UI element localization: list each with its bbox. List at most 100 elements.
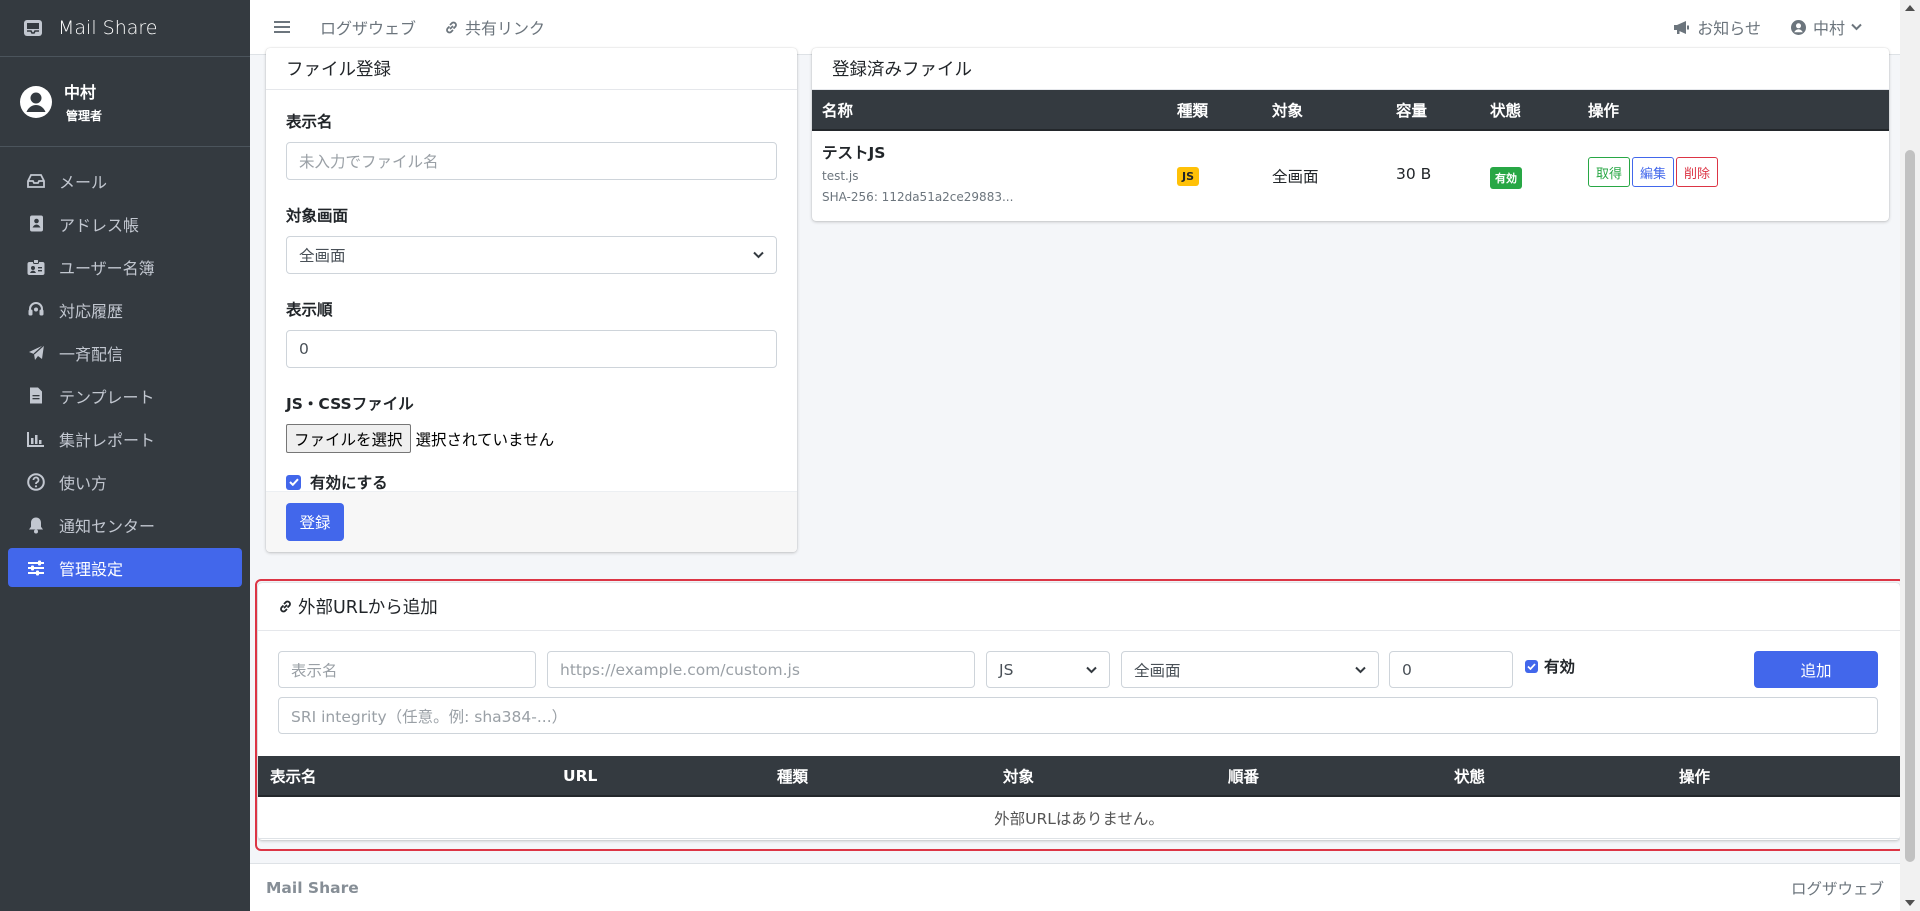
col-display-name: 表示名 (270, 767, 317, 786)
sidebar-item-howto[interactable]: 使い方 (8, 462, 242, 501)
user-name: 中村 (64, 83, 97, 102)
col-type: 種類 (1177, 101, 1209, 120)
ext-type-select[interactable]: JS (986, 651, 1110, 688)
footer-logout-link[interactable]: ログザウェブ (1791, 877, 1884, 899)
enable-checkbox[interactable]: 有効にする (286, 471, 777, 493)
sidebar-item-mail[interactable]: メール (8, 161, 242, 200)
sidebar-item-admin-settings[interactable]: 管理設定 (8, 548, 242, 587)
status-badge: 有効 (1490, 167, 1522, 189)
registered-files-card: 登録済みファイル 名称 種類 対象 容量 状態 操作 テストJS test.js… (812, 48, 1889, 221)
file-hash: SHA-256: 112da51a2ce29883... (822, 190, 1014, 204)
sliders-icon (25, 560, 47, 576)
menu-toggle-icon[interactable] (274, 20, 290, 34)
file-icon (25, 387, 47, 404)
sidebar-item-history[interactable]: 対応履歴 (8, 290, 242, 329)
bell-icon (25, 516, 47, 534)
col-url: URL (563, 766, 598, 785)
col-actions: 操作 (1588, 101, 1620, 120)
checkmark-icon (1525, 659, 1538, 673)
sidebar-item-report[interactable]: 集計レポート (8, 419, 242, 458)
question-circle-icon (25, 472, 47, 491)
display-name-input[interactable]: 未入力でファイル名 (286, 142, 777, 180)
page-footer: Mail Share ログザウェブ (250, 863, 1900, 911)
col-target: 対象 (1003, 767, 1035, 786)
share-link[interactable]: 共有リンク (444, 15, 545, 39)
file-filename: test.js (822, 169, 859, 183)
sidebar-item-address-book[interactable]: アドレス帳 (8, 204, 242, 243)
add-button[interactable]: 追加 (1754, 651, 1878, 688)
register-button[interactable]: 登録 (286, 503, 344, 541)
logout-link[interactable]: ログザウェブ (320, 15, 416, 39)
chevron-down-icon (1851, 23, 1862, 31)
scroll-down-icon[interactable] (1905, 900, 1915, 906)
sidebar: Mail Share 中村 管理者 メール アドレス帳 ユーザー名簿 対応履歴 (0, 0, 250, 911)
type-badge: JS (1177, 167, 1200, 186)
target-label: 対象画面 (286, 207, 349, 225)
delete-button[interactable]: 削除 (1676, 157, 1719, 187)
file-target: 全画面 (1272, 168, 1319, 186)
ext-name-input[interactable]: 表示名 (278, 651, 536, 688)
user-role: 管理者 (66, 109, 103, 123)
ext-url-input[interactable]: https://example.com/custom.js (547, 651, 975, 688)
external-url-title: 外部URLから追加 (258, 583, 1900, 631)
sidebar-item-broadcast[interactable]: 一斉配信 (8, 333, 242, 372)
user-panel: 中村 管理者 (0, 57, 250, 147)
file-register-footer: 登録 (266, 491, 797, 552)
paper-plane-icon (25, 344, 47, 361)
checkmark-icon (286, 474, 301, 490)
file-register-card: ファイル登録 表示名 未入力でファイル名 対象画面 全画面 表示順 0 JS・C… (266, 48, 797, 552)
top-navbar: ログザウェブ 共有リンク お知らせ 中村 (250, 0, 1900, 55)
col-status: 状態 (1490, 101, 1522, 120)
col-type: 種類 (777, 767, 809, 786)
headset-icon (25, 301, 47, 318)
file-status: 選択されていません (415, 430, 555, 449)
col-size: 容量 (1396, 101, 1428, 120)
col-actions: 操作 (1679, 767, 1711, 786)
mail-logo-icon (22, 17, 44, 39)
file-register-title: ファイル登録 (266, 48, 797, 90)
col-name: 名称 (822, 101, 854, 120)
file-label: JS・CSSファイル (286, 395, 414, 413)
scroll-up-icon[interactable] (1905, 5, 1915, 11)
registered-files-title: 登録済みファイル (812, 48, 1889, 90)
ext-order-input[interactable]: 0 (1389, 651, 1513, 688)
bar-chart-icon (25, 431, 47, 447)
brand-name: Mail Share (58, 17, 158, 39)
notice-link[interactable]: お知らせ (1672, 15, 1761, 39)
user-circle-icon (1790, 19, 1806, 35)
display-name-label: 表示名 (286, 113, 333, 131)
page-scrollbar[interactable] (1900, 0, 1920, 911)
chevron-down-icon (1355, 666, 1366, 674)
external-url-card: 外部URLから追加 表示名 https://example.com/custom… (258, 583, 1900, 840)
edit-button[interactable]: 編集 (1632, 157, 1675, 187)
chevron-down-icon (1086, 666, 1097, 674)
col-status: 状態 (1454, 767, 1486, 786)
brand[interactable]: Mail Share (0, 0, 250, 57)
target-select[interactable]: 全画面 (286, 236, 777, 274)
user-avatar-icon (20, 85, 52, 118)
ext-target-select[interactable]: 全画面 (1121, 651, 1379, 688)
ext-enable-checkbox[interactable]: 有効 (1525, 655, 1575, 677)
id-badge-icon (25, 258, 47, 275)
link-icon (444, 20, 459, 35)
file-size: 30 B (1396, 165, 1432, 183)
sidebar-item-user-directory[interactable]: ユーザー名簿 (8, 247, 242, 286)
sidebar-nav: メール アドレス帳 ユーザー名簿 対応履歴 一斉配信 テンプレート 集計レポート (0, 147, 250, 587)
user-menu[interactable]: 中村 (1790, 15, 1862, 39)
file-choose-button[interactable]: ファイルを選択 (286, 424, 411, 453)
get-button[interactable]: 取得 (1588, 157, 1631, 187)
chevron-down-icon (753, 251, 764, 259)
order-label: 表示順 (286, 301, 333, 319)
scroll-thumb[interactable] (1905, 150, 1915, 862)
files-table-header: 名称 種類 対象 容量 状態 操作 (812, 90, 1889, 131)
megaphone-icon (1672, 20, 1690, 35)
sidebar-item-notifications[interactable]: 通知センター (8, 505, 242, 544)
link-icon (278, 599, 293, 614)
ext-table-header: 表示名 URL 種類 対象 順番 状態 操作 (258, 756, 1900, 797)
table-row: テストJS test.js SHA-256: 112da51a2ce29883.… (812, 131, 1889, 220)
ext-sri-input[interactable]: SRI integrity（任意。例: sha384-...） (278, 697, 1878, 734)
col-order: 順番 (1228, 767, 1260, 786)
sidebar-item-template[interactable]: テンプレート (8, 376, 242, 415)
order-input[interactable]: 0 (286, 330, 777, 368)
file-name: テストJS (822, 144, 886, 162)
